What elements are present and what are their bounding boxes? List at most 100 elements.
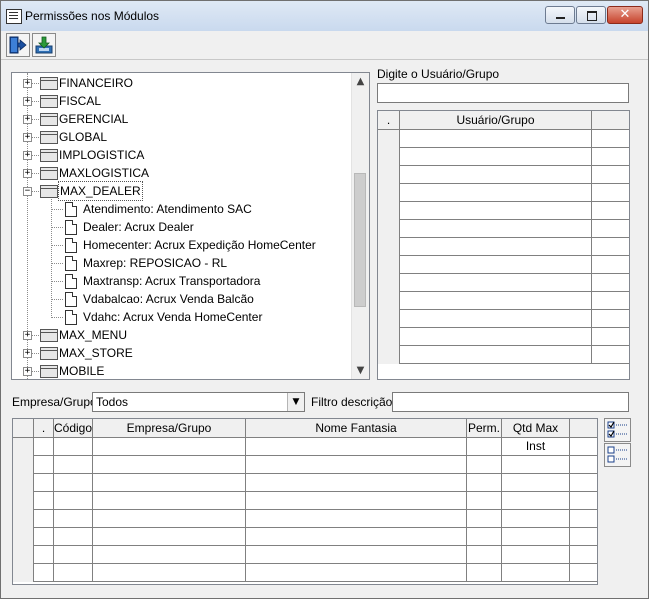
table-cell[interactable] xyxy=(93,546,246,564)
table-cell[interactable] xyxy=(502,564,570,582)
tree-node-label[interactable]: GLOBAL xyxy=(59,128,107,146)
table-cell[interactable] xyxy=(246,510,467,528)
table-row[interactable] xyxy=(378,238,629,256)
tree-module-node[interactable]: + MAXLOGISTICA xyxy=(12,164,352,182)
table-cell[interactable] xyxy=(570,474,597,492)
tree-vertical-scrollbar[interactable]: ▲ ▼ xyxy=(351,73,369,379)
table-cell[interactable] xyxy=(34,438,54,456)
scroll-thumb[interactable] xyxy=(354,173,366,307)
table-cell[interactable] xyxy=(467,456,502,474)
table-cell[interactable] xyxy=(570,456,597,474)
table-cell[interactable] xyxy=(54,564,93,582)
table-cell[interactable] xyxy=(93,492,246,510)
table-cell[interactable] xyxy=(93,456,246,474)
tree-module-node[interactable]: + MOBILE xyxy=(12,362,352,379)
user-search-input[interactable] xyxy=(377,83,629,103)
table-cell[interactable] xyxy=(592,166,629,184)
tree-module-node[interactable]: + IMPLOGISTICA xyxy=(12,146,352,164)
expand-icon[interactable]: + xyxy=(23,115,32,124)
table-row[interactable] xyxy=(378,148,629,166)
table-row[interactable] xyxy=(13,456,597,474)
table-cell[interactable] xyxy=(400,220,592,238)
chevron-down-icon[interactable]: ▼ xyxy=(287,393,304,411)
maximize-button[interactable] xyxy=(576,6,606,24)
table-cell[interactable] xyxy=(93,474,246,492)
company-grid-col-qtd-max-inst[interactable]: Qtd Max Inst xyxy=(502,419,570,453)
tree-node-label[interactable]: Vdahc: Acrux Venda HomeCenter xyxy=(83,308,262,326)
company-grid[interactable]: . Código Empresa/Grupo Nome Fantasia Per… xyxy=(12,418,598,585)
table-cell[interactable] xyxy=(93,528,246,546)
company-grid-col-nome-fantasia[interactable]: Nome Fantasia xyxy=(246,419,467,437)
tree-node-label[interactable]: MAX_STORE xyxy=(59,344,133,362)
table-cell[interactable] xyxy=(246,564,467,582)
table-cell[interactable] xyxy=(570,492,597,510)
table-cell[interactable] xyxy=(467,528,502,546)
table-cell[interactable] xyxy=(400,328,592,346)
table-cell[interactable] xyxy=(246,456,467,474)
table-cell[interactable] xyxy=(34,546,54,564)
tree-node-label[interactable]: MOBILE xyxy=(59,362,104,379)
table-cell[interactable] xyxy=(502,546,570,564)
table-cell[interactable] xyxy=(246,546,467,564)
table-cell[interactable] xyxy=(54,546,93,564)
table-cell[interactable] xyxy=(246,528,467,546)
minimize-button[interactable] xyxy=(545,6,575,24)
tree-node-label[interactable]: Dealer: Acrux Dealer xyxy=(83,218,194,236)
tree-node-label[interactable]: FISCAL xyxy=(59,92,101,110)
table-cell[interactable] xyxy=(54,438,93,456)
tree-module-node[interactable]: + FINANCEIRO xyxy=(12,74,352,92)
table-row[interactable] xyxy=(378,346,629,364)
save-button[interactable] xyxy=(32,33,56,57)
tree-node-label[interactable]: FINANCEIRO xyxy=(59,74,133,92)
expand-icon[interactable]: + xyxy=(23,331,32,340)
table-row[interactable] xyxy=(378,220,629,238)
table-cell[interactable] xyxy=(467,474,502,492)
table-cell[interactable] xyxy=(592,292,629,310)
close-button[interactable]: ✕ xyxy=(607,6,643,24)
table-cell[interactable] xyxy=(54,492,93,510)
module-tree[interactable]: ▲ ▼ + FINANCEIRO + FISCAL + GERENCIAL + GLOBAL +… xyxy=(11,72,370,380)
collapse-icon[interactable]: − xyxy=(23,187,32,196)
table-cell[interactable] xyxy=(467,546,502,564)
table-row[interactable] xyxy=(13,564,597,582)
table-cell[interactable] xyxy=(34,564,54,582)
table-cell[interactable] xyxy=(467,492,502,510)
table-cell[interactable] xyxy=(400,184,592,202)
table-cell[interactable] xyxy=(570,528,597,546)
table-row[interactable] xyxy=(378,166,629,184)
tree-module-node[interactable]: + GLOBAL xyxy=(12,128,352,146)
expand-icon[interactable]: + xyxy=(23,349,32,358)
table-cell[interactable] xyxy=(502,456,570,474)
table-cell[interactable] xyxy=(467,564,502,582)
tree-node-label[interactable]: Homecenter: Acrux Expedição HomeCenter xyxy=(83,236,316,254)
table-cell[interactable] xyxy=(54,474,93,492)
check-all-button[interactable] xyxy=(604,418,631,442)
table-cell[interactable] xyxy=(502,474,570,492)
table-cell[interactable] xyxy=(400,166,592,184)
table-cell[interactable] xyxy=(54,456,93,474)
table-row[interactable] xyxy=(13,474,597,492)
table-cell[interactable] xyxy=(400,256,592,274)
tree-node-label[interactable]: Vdabalcao: Acrux Venda Balcão xyxy=(83,290,254,308)
table-cell[interactable] xyxy=(592,256,629,274)
expand-icon[interactable]: + xyxy=(23,169,32,178)
expand-icon[interactable]: + xyxy=(23,97,32,106)
table-row[interactable] xyxy=(13,510,597,528)
table-cell[interactable] xyxy=(400,274,592,292)
table-cell[interactable] xyxy=(93,438,246,456)
table-cell[interactable] xyxy=(400,346,592,364)
tree-child-node[interactable]: Homecenter: Acrux Expedição HomeCenter xyxy=(12,236,352,254)
table-cell[interactable] xyxy=(467,510,502,528)
table-cell[interactable] xyxy=(246,492,467,510)
table-cell[interactable] xyxy=(502,438,570,456)
table-cell[interactable] xyxy=(400,310,592,328)
table-row[interactable] xyxy=(13,528,597,546)
table-cell[interactable] xyxy=(592,238,629,256)
table-cell[interactable] xyxy=(592,220,629,238)
table-cell[interactable] xyxy=(400,292,592,310)
table-cell[interactable] xyxy=(570,510,597,528)
company-grid-col-empresa-grupo[interactable]: Empresa/Grupo xyxy=(93,419,246,437)
scroll-down-arrow-icon[interactable]: ▼ xyxy=(352,362,369,379)
tree-module-node[interactable]: + MAX_STORE xyxy=(12,344,352,362)
tree-module-node[interactable]: + GERENCIAL xyxy=(12,110,352,128)
